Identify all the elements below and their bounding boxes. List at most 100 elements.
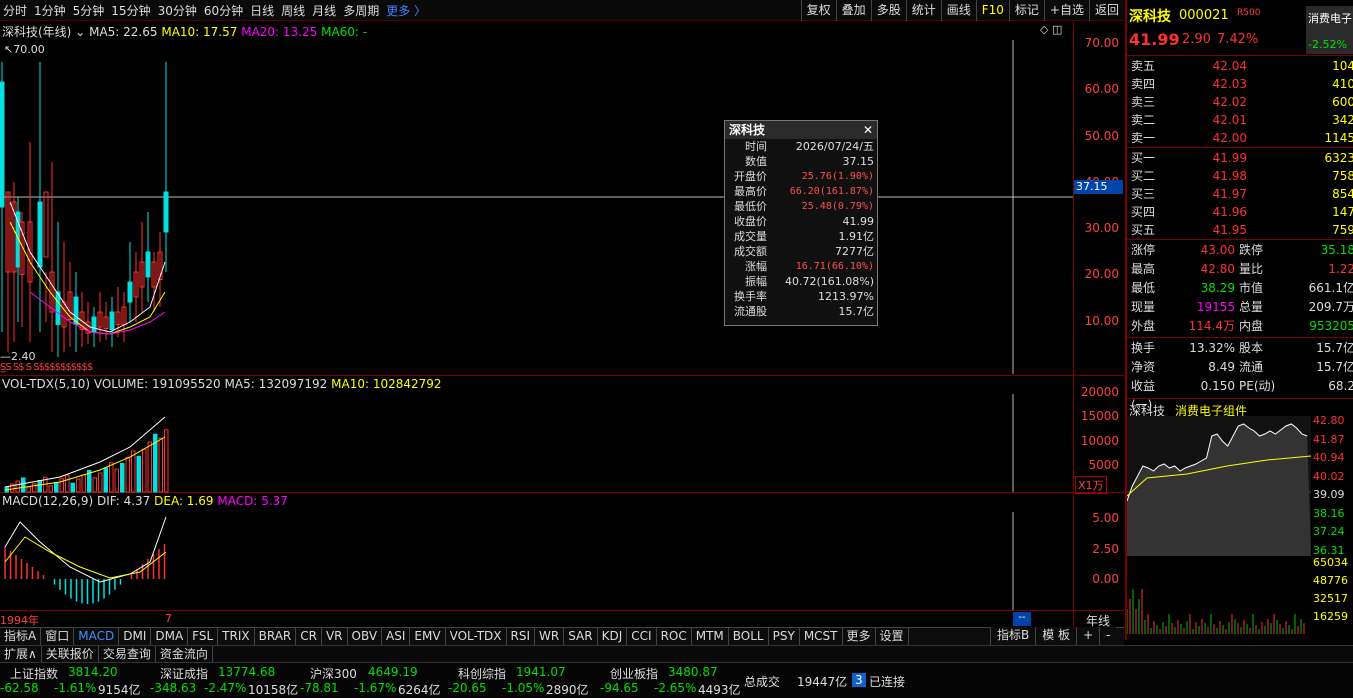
indicator-tab[interactable]: 更多: [843, 628, 876, 645]
indicator-tab[interactable]: VOL-TDX: [446, 628, 507, 645]
indicator-tab[interactable]: CCI: [627, 628, 657, 645]
bottom-tab[interactable]: 交易查询: [99, 646, 156, 662]
indicator-tab[interactable]: 设置: [876, 628, 909, 645]
stat-value: 1.22: [1328, 262, 1353, 276]
index-name[interactable]: 创业板指: [610, 665, 658, 682]
indicator-tab[interactable]: RSI: [507, 628, 536, 645]
ask-row[interactable]: 卖三 42.02 600: [1131, 93, 1353, 111]
index-name[interactable]: 上证指数: [10, 665, 58, 682]
toolbar-button[interactable]: 返回: [1088, 0, 1124, 21]
period-tab[interactable]: 60分钟: [204, 4, 243, 18]
y-tick-label: 60.00: [1084, 82, 1119, 96]
index-name[interactable]: 沪深300: [310, 665, 357, 682]
ask-row[interactable]: 卖二 42.01 342: [1131, 111, 1353, 129]
indicator-tab[interactable]: MCST: [800, 628, 843, 645]
bid-qty: 759: [1332, 223, 1353, 237]
indicator-right-button[interactable]: 模 板: [1035, 627, 1076, 645]
index-name[interactable]: 科创综指: [458, 665, 506, 682]
volume-bar: [120, 462, 125, 493]
index-amount: 6264亿: [398, 683, 441, 697]
indicator-tab[interactable]: OBV: [348, 628, 383, 645]
stat-value: 209.7万: [1308, 300, 1353, 314]
indicator-tab[interactable]: 指标A: [0, 628, 42, 645]
candle-body: [37, 201, 43, 268]
indicator-tab[interactable]: SAR: [564, 628, 598, 645]
connection-status[interactable]: 已连接: [869, 673, 905, 690]
toolbar-button[interactable]: +自选: [1043, 0, 1089, 21]
candle-body: [0, 81, 5, 208]
tooltip-key: 流通股: [734, 305, 767, 318]
period-tab[interactable]: 周线: [281, 4, 305, 18]
ask-row[interactable]: 卖一 42.00 1145: [1131, 129, 1353, 147]
bid-row[interactable]: 买二 41.98 758: [1131, 167, 1353, 185]
period-tab[interactable]: 多周期: [343, 4, 379, 18]
indicator-right-button[interactable]: -: [1099, 627, 1116, 645]
volume-legend: VOL-TDX(5,10) VOLUME: 191095520 MA5: 132…: [2, 377, 442, 391]
indicator-tab[interactable]: DMA: [151, 628, 189, 645]
bottom-tab[interactable]: 扩展∧: [0, 646, 42, 662]
period-tab[interactable]: 15分钟: [111, 4, 150, 18]
indicator-tab[interactable]: 窗口: [41, 628, 75, 645]
tooltip-key: 涨幅: [745, 260, 767, 273]
toolbar-button[interactable]: 多股: [870, 0, 906, 21]
period-tab[interactable]: 更多 〉: [386, 4, 426, 18]
toolbar-button[interactable]: 复权: [800, 0, 836, 21]
close-icon[interactable]: ✕: [863, 121, 873, 139]
toolbar-button[interactable]: 统计: [905, 0, 941, 21]
indicator-right-button[interactable]: +: [1076, 627, 1099, 645]
index-pct: -1.67%: [354, 681, 397, 695]
stat-key: 市值: [1239, 281, 1264, 295]
indicator-tab[interactable]: MACD: [74, 628, 120, 645]
indicator-tab[interactable]: MTM: [692, 628, 729, 645]
indicator-tab[interactable]: FSL: [188, 628, 219, 645]
indicator-tab[interactable]: BRAR: [255, 628, 297, 645]
indicator-tab[interactable]: ASI: [382, 628, 411, 645]
tooltip-key: 振幅: [745, 275, 767, 288]
period-tab[interactable]: 分时: [3, 4, 27, 18]
index-value: 1941.07: [516, 665, 566, 679]
period-tab[interactable]: 日线: [250, 4, 274, 18]
toolbar-button[interactable]: F10: [975, 0, 1009, 21]
bid-label: 买三: [1131, 187, 1156, 201]
indicator-right-button[interactable]: 指标B: [990, 627, 1035, 645]
period-tab[interactable]: 5分钟: [73, 4, 105, 18]
period-tab[interactable]: 1分钟: [34, 4, 66, 18]
ask-row[interactable]: 卖四 42.03 410: [1131, 75, 1353, 93]
indicator-tab[interactable]: KDJ: [598, 628, 628, 645]
toolbar-button[interactable]: 叠加: [835, 0, 871, 21]
indicator-tab[interactable]: WR: [535, 628, 565, 645]
stat-key: PE(动): [1239, 379, 1276, 393]
indicator-tab[interactable]: VR: [322, 628, 348, 645]
divider: [1127, 147, 1353, 148]
bid-row[interactable]: 买三 41.97 854: [1131, 185, 1353, 203]
stat-key: 流通: [1239, 360, 1264, 374]
indicator-tab[interactable]: ROC: [657, 628, 692, 645]
stat-value: 19155: [1196, 300, 1235, 314]
volume-title[interactable]: VOL-TDX(5,10): [2, 377, 90, 391]
index-pct: -2.47%: [204, 681, 247, 695]
indicator-tab[interactable]: CR: [296, 628, 322, 645]
index-name[interactable]: 深证成指: [160, 665, 208, 682]
ask-row[interactable]: 卖五 42.04 104: [1131, 57, 1353, 75]
toolbar-button[interactable]: 画线: [940, 0, 976, 21]
period-tab[interactable]: 30分钟: [158, 4, 197, 18]
period-toolbar: 分时 1分钟 5分钟 15分钟 30分钟 60分钟 日线 周线 月线 多周期 更多 〉 复权 叠加 多股…: [0, 0, 1124, 21]
indicator-tab[interactable]: BOLL: [729, 628, 769, 645]
bid-row[interactable]: 买四 41.96 147: [1131, 203, 1353, 221]
mini-vol-tick: 32517: [1313, 592, 1348, 605]
sector-badge[interactable]: 消费电子 -2.52%: [1306, 6, 1353, 54]
ask-price: 42.02: [1212, 95, 1247, 109]
sector-pct: -2.52%: [1308, 38, 1347, 51]
bottom-tab[interactable]: 资金流向: [156, 646, 213, 662]
period-tab[interactable]: 月线: [312, 4, 336, 18]
stat-row: 净资 8.49 流通 15.7亿: [1131, 358, 1353, 377]
indicator-tab[interactable]: DMI: [119, 628, 152, 645]
bottom-tab[interactable]: 关联报价: [42, 646, 99, 662]
indicator-tab[interactable]: PSY: [769, 628, 800, 645]
indicator-tab[interactable]: EMV: [410, 628, 446, 645]
bid-row[interactable]: 买一 41.99 6323: [1131, 149, 1353, 167]
macd-title[interactable]: MACD(12,26,9): [2, 494, 93, 508]
bid-row[interactable]: 买五 41.95 759: [1131, 221, 1353, 239]
toolbar-button[interactable]: 标记: [1008, 0, 1044, 21]
indicator-tab[interactable]: TRIX: [218, 628, 255, 645]
